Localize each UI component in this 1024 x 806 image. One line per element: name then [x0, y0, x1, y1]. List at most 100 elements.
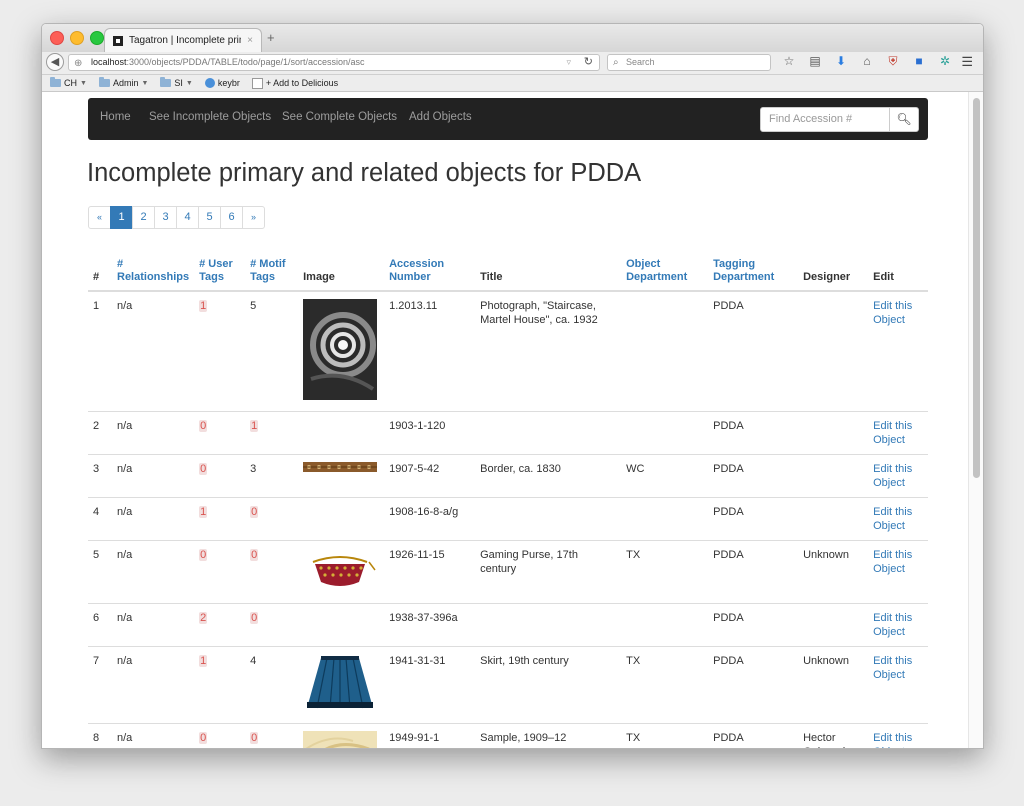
count-badge: 1 — [199, 655, 208, 667]
bookmark-delicious[interactable]: + Add to Delicious — [251, 77, 338, 89]
find-search-button[interactable]: 🔍︎ — [889, 107, 919, 132]
edit-object-link[interactable]: Edit this Object — [873, 732, 912, 748]
table-row: 6 n/a 2 0 1938-37-396a PDDA Edit this Object — [88, 603, 928, 647]
extension-icon[interactable]: ■ — [912, 54, 926, 69]
user-tags-cell: 1 — [194, 497, 246, 541]
browser-tab[interactable]: Tagatron | Incomplete prim… × — [104, 28, 262, 52]
tagging-department-cell: PDDA — [708, 723, 799, 748]
bookmark-label: Admin — [112, 78, 139, 88]
object-thumbnail[interactable] — [303, 462, 379, 476]
addon-icon[interactable]: ✲ — [938, 54, 952, 69]
shield-icon[interactable]: ⛨ — [886, 54, 900, 69]
new-tab-button[interactable]: + — [267, 30, 275, 45]
title-cell: Photograph, "Staircase, Martel House", c… — [475, 290, 622, 412]
object-thumbnail[interactable] — [303, 299, 379, 404]
pagination-page-6[interactable]: 6 — [220, 206, 243, 229]
hamburger-menu-icon[interactable]: ☰ — [961, 54, 973, 70]
toolbar-icons: ☆ ▤ ⬇ ⌂ ⛨ ■ ✲ — [782, 54, 952, 69]
column-header: Edit — [868, 252, 928, 292]
column-header[interactable]: # Relationships — [112, 252, 195, 292]
zoom-window-button[interactable] — [90, 31, 104, 45]
edit-object-link[interactable]: Edit this Object — [873, 612, 912, 638]
row-number: 7 — [88, 646, 112, 724]
object-thumbnail[interactable] — [303, 731, 379, 748]
pagination-page-3[interactable]: 3 — [154, 206, 177, 229]
row-number: 4 — [88, 497, 112, 541]
motif-tags-cell: 0 — [245, 540, 299, 604]
table-row: 3 n/a 0 3 1907-5-42 Border, ca. 1830 WC PDDA Edi… — [88, 454, 928, 498]
edit-object-link[interactable]: Edit this Object — [873, 655, 912, 681]
tab-close-icon[interactable]: × — [247, 35, 253, 46]
edit-object-link[interactable]: Edit this Object — [873, 549, 912, 575]
page-scrollbar[interactable] — [968, 92, 983, 748]
chevron-down-icon: ▼ — [185, 79, 193, 87]
object-thumbnail[interactable] — [303, 654, 379, 716]
edit-link: Edit this Object — [868, 646, 928, 724]
nav-add-objects[interactable]: Add Objects — [409, 111, 472, 123]
pagination-next[interactable]: » — [242, 206, 265, 229]
object-department-cell: TX — [621, 540, 709, 604]
nav-home[interactable]: Home — [100, 111, 131, 123]
pagination-page-5[interactable]: 5 — [198, 206, 221, 229]
back-button[interactable]: ◀ — [46, 53, 64, 71]
download-icon[interactable]: ⬇ — [834, 54, 848, 69]
reading-list-icon[interactable]: ▤ — [808, 54, 822, 69]
pagination-page-4[interactable]: 4 — [176, 206, 199, 229]
title-cell: Skirt, 19th century — [475, 646, 622, 724]
relationships-cell: n/a — [112, 497, 195, 541]
url-dropdown-icon[interactable]: ▿ — [566, 55, 571, 70]
edit-object-link[interactable]: Edit this Object — [873, 420, 912, 446]
home-icon[interactable]: ⌂ — [860, 54, 874, 69]
motif-tags-cell: 0 — [245, 497, 299, 541]
accession-cell: 1949-91-1 — [384, 723, 476, 748]
table-row: 8 n/a 0 0 1949-91-1 Sample, 1909–12 TX PDDA Hect… — [88, 723, 928, 748]
checkbox-icon — [251, 77, 263, 89]
browser-search-input[interactable]: ⌕ Search — [607, 54, 771, 71]
bookmark-folder-ch[interactable]: CH ▼ — [50, 77, 87, 88]
column-header[interactable]: # Motif Tags — [245, 252, 299, 292]
reload-icon[interactable]: ↻ — [584, 55, 593, 70]
url-host: localhost — [91, 57, 127, 67]
edit-link: Edit this Object — [868, 454, 928, 498]
bookmark-folder-admin[interactable]: Admin ▼ — [98, 77, 148, 88]
count-badge: 0 — [199, 732, 208, 744]
close-window-button[interactable] — [50, 31, 64, 45]
accession-cell: 1938-37-396a — [384, 603, 476, 647]
edit-object-link[interactable]: Edit this Object — [873, 506, 912, 532]
object-thumbnail[interactable] — [303, 548, 379, 596]
count-badge: 0 — [250, 549, 259, 561]
row-number: 3 — [88, 454, 112, 498]
nav-see-incomplete-objects[interactable]: See Incomplete Objects — [149, 111, 271, 123]
scrollbar-thumb[interactable] — [973, 98, 980, 478]
table-row: 7 n/a 1 4 1941-31-31 Skirt, 19th century TX PDD… — [88, 646, 928, 724]
accession-cell: 1926-11-15 — [384, 540, 476, 604]
column-header[interactable]: Accession Number — [384, 252, 476, 292]
bookmark-folder-si[interactable]: SI ▼ — [160, 77, 193, 88]
url-bar[interactable]: ⊕ localhost:3000/objects/PDDA/TABLE/todo… — [68, 54, 600, 71]
find-accession-input[interactable]: Find Accession # — [760, 107, 890, 132]
column-header: Image — [298, 252, 385, 292]
column-header[interactable]: Tagging Department — [708, 252, 799, 292]
count-badge: 0 — [199, 549, 208, 561]
edit-object-link[interactable]: Edit this Object — [873, 463, 912, 489]
pagination-page-1[interactable]: 1 — [110, 206, 133, 229]
accession-cell: 1941-31-31 — [384, 646, 476, 724]
count-badge: 1 — [199, 300, 208, 312]
designer-cell: Unknown — [798, 540, 869, 604]
bookmark-star-icon[interactable]: ☆ — [782, 54, 796, 69]
column-header[interactable]: Object Department — [621, 252, 709, 292]
object-department-cell: WC — [621, 454, 709, 498]
bookmarks-bar: CH ▼ Admin ▼ SI ▼ keybr + Add to Delicious — [42, 75, 983, 92]
count-badge: 0 — [250, 612, 259, 624]
accession-cell: 1903-1-120 — [384, 411, 476, 455]
tagging-department-cell: PDDA — [708, 454, 799, 498]
edit-link: Edit this Object — [868, 290, 928, 412]
bookmark-keybr[interactable]: keybr — [204, 78, 240, 88]
minimize-window-button[interactable] — [70, 31, 84, 45]
column-header[interactable]: # User Tags — [194, 252, 246, 292]
nav-see-complete-objects[interactable]: See Complete Objects — [282, 111, 397, 123]
pagination-prev[interactable]: « — [88, 206, 111, 229]
edit-object-link[interactable]: Edit this Object — [873, 300, 912, 326]
relationships-cell: n/a — [112, 411, 195, 455]
pagination-page-2[interactable]: 2 — [132, 206, 155, 229]
